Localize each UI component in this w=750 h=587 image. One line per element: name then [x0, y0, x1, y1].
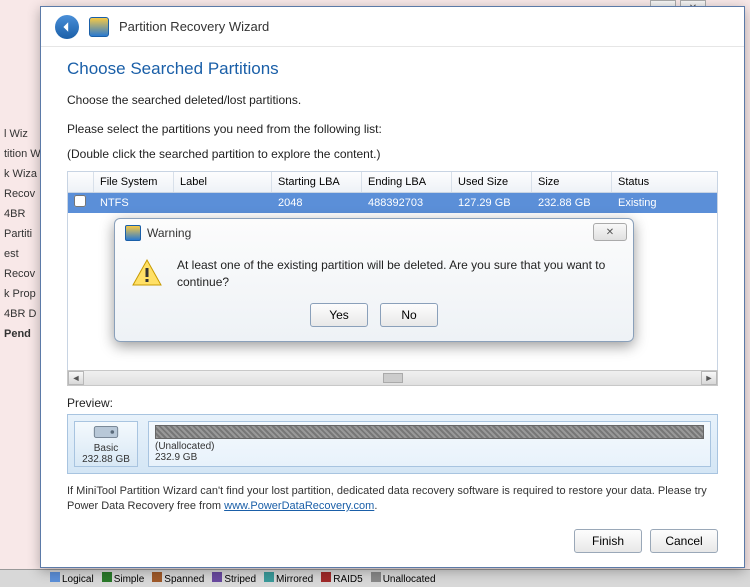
dialog-app-icon: [125, 225, 141, 241]
col-label[interactable]: Label: [174, 172, 272, 192]
scroll-left-icon[interactable]: ◄: [68, 371, 84, 385]
cell-status: Existing: [612, 195, 717, 211]
warning-icon: [131, 257, 163, 289]
page-subheading: Choose the searched deleted/lost partiti…: [67, 93, 718, 107]
page-heading: Choose Searched Partitions: [67, 59, 718, 79]
back-arrow-icon: [61, 21, 73, 33]
cell-starting-lba: 2048: [272, 195, 362, 211]
col-used-size[interactable]: Used Size: [452, 172, 532, 192]
footer-text: If MiniTool Partition Wizard can't find …: [67, 484, 718, 515]
cell-used-size: 127.29 GB: [452, 195, 532, 211]
cell-filesystem: NTFS: [94, 195, 174, 211]
disk-size: 232.88 GB: [82, 454, 130, 465]
unallocated-bar: [155, 425, 704, 439]
legend-strip: Logical Simple Spanned Striped Mirrored …: [0, 569, 750, 587]
col-starting-lba[interactable]: Starting LBA: [272, 172, 362, 192]
window-title: Partition Recovery Wizard: [119, 19, 269, 34]
warning-dialog: Warning ✕ At least one of the existing p…: [114, 218, 634, 342]
disk-icon: [92, 423, 120, 441]
cell-ending-lba: 488392703: [362, 195, 452, 211]
row-checkbox[interactable]: [74, 195, 86, 207]
recovery-link[interactable]: www.PowerDataRecovery.com: [224, 500, 374, 512]
cancel-button[interactable]: Cancel: [650, 529, 718, 553]
allocation-region[interactable]: (Unallocated) 232.9 GB: [148, 421, 711, 467]
scroll-right-icon[interactable]: ►: [701, 371, 717, 385]
alloc-size: 232.9 GB: [155, 452, 704, 463]
yes-button[interactable]: Yes: [310, 303, 368, 327]
col-status[interactable]: Status: [612, 172, 717, 192]
dialog-title-text: Warning: [147, 226, 191, 240]
table-row[interactable]: NTFS 2048 488392703 127.29 GB 232.88 GB …: [68, 193, 717, 213]
instruction-line-1: Please select the partitions you need fr…: [67, 121, 718, 138]
disk-tile[interactable]: Basic 232.88 GB: [74, 421, 138, 467]
col-size[interactable]: Size: [532, 172, 612, 192]
table-header: File System Label Starting LBA Ending LB…: [68, 172, 717, 193]
col-filesystem[interactable]: File System: [94, 172, 174, 192]
no-button[interactable]: No: [380, 303, 438, 327]
finish-button[interactable]: Finish: [574, 529, 642, 553]
background-sidebar-fragments: l Wiztition Wk WizaRecov4BRPartitiestRec…: [0, 0, 40, 587]
app-icon: [89, 17, 109, 37]
cell-size: 232.88 GB: [532, 195, 612, 211]
back-button[interactable]: [55, 15, 79, 39]
alloc-label: (Unallocated): [155, 441, 704, 452]
scroll-thumb[interactable]: [383, 373, 403, 383]
preview-label: Preview:: [67, 396, 718, 410]
col-checkbox[interactable]: [68, 172, 94, 192]
instruction-line-2: (Double click the searched partition to …: [67, 146, 718, 163]
col-ending-lba[interactable]: Ending LBA: [362, 172, 452, 192]
dialog-button-row: Yes No: [115, 297, 633, 341]
cell-label: [174, 201, 272, 205]
dialog-titlebar: Warning ✕: [115, 219, 633, 247]
dialog-message: At least one of the existing partition w…: [177, 257, 617, 291]
disk-type: Basic: [94, 443, 118, 454]
title-bar: Partition Recovery Wizard: [41, 7, 744, 47]
horizontal-scrollbar[interactable]: ◄ ►: [67, 370, 718, 386]
button-row: Finish Cancel: [574, 529, 718, 553]
dialog-close-button[interactable]: ✕: [593, 223, 627, 241]
dialog-body: At least one of the existing partition w…: [115, 247, 633, 297]
preview-box: Basic 232.88 GB (Unallocated) 232.9 GB: [67, 414, 718, 474]
